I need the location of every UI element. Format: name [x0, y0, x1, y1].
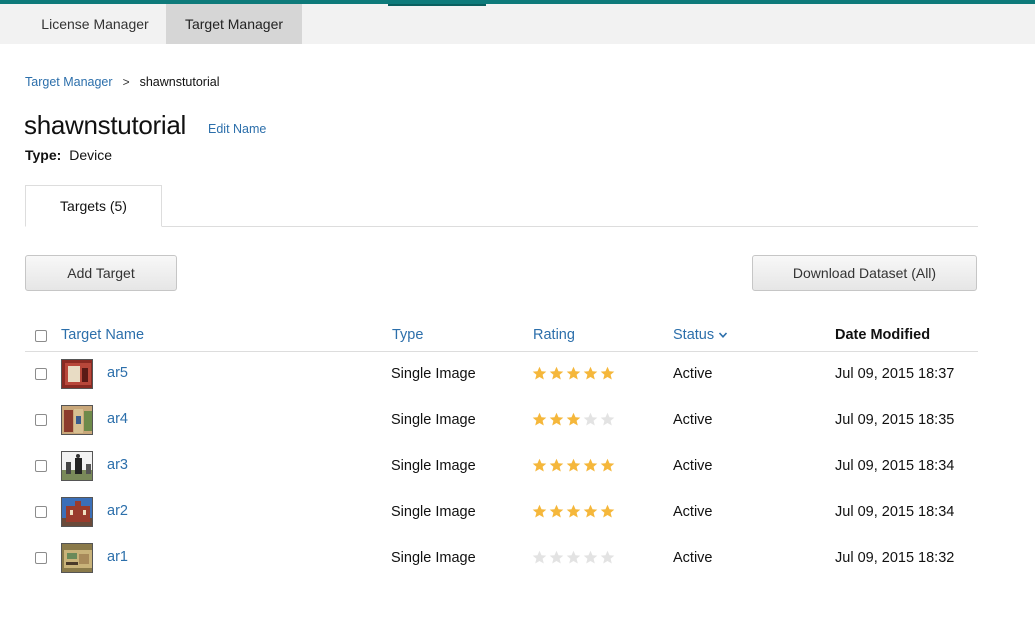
row-checkbox[interactable] [35, 368, 47, 380]
top-accent-line [388, 4, 486, 6]
thumb-4-image [62, 498, 92, 526]
breadcrumb: Target Manager > shawnstutorial [25, 75, 219, 89]
status-header-label: Status [673, 327, 715, 343]
target-thumbnail [61, 359, 93, 389]
target-status: Active [673, 366, 713, 382]
star-filled-icon [532, 366, 547, 380]
table-row: ar1 Single Image Active Jul 09, 2015 18:… [25, 536, 978, 582]
star-filled-icon [583, 458, 598, 472]
target-status: Active [673, 412, 713, 428]
rating-stars [532, 412, 615, 427]
target-type: Single Image [391, 458, 476, 474]
target-date-modified: Jul 09, 2015 18:34 [835, 458, 955, 474]
breadcrumb-separator: > [122, 75, 130, 89]
target-type: Single Image [391, 366, 476, 382]
tabs-divider [25, 226, 978, 227]
target-type: Single Image [391, 550, 476, 566]
target-thumbnail [61, 543, 93, 573]
table-row: ar3 Single Image Active Jul 09, 2015 18:… [25, 444, 978, 490]
target-date-modified: Jul 09, 2015 18:35 [835, 412, 955, 428]
star-filled-icon [566, 366, 581, 380]
thumb-3-image [62, 452, 92, 480]
tab-target-manager[interactable]: Target Manager [166, 4, 302, 44]
column-header-status[interactable]: Status [673, 327, 728, 343]
breadcrumb-link-target-manager[interactable]: Target Manager [25, 75, 113, 89]
star-filled-icon [600, 366, 615, 380]
star-empty-icon [600, 550, 615, 564]
star-filled-icon [583, 366, 598, 380]
chevron-down-icon [719, 332, 728, 338]
tab-license-manager[interactable]: License Manager [25, 4, 165, 44]
star-filled-icon [566, 458, 581, 472]
rating-stars [532, 366, 615, 381]
star-filled-icon [583, 504, 598, 518]
edit-name-link[interactable]: Edit Name [208, 122, 266, 136]
target-thumbnail [61, 497, 93, 527]
star-filled-icon [549, 412, 564, 426]
download-dataset-button[interactable]: Download Dataset (All) [752, 255, 977, 291]
target-thumbnail [61, 451, 93, 481]
row-checkbox[interactable] [35, 414, 47, 426]
target-date-modified: Jul 09, 2015 18:34 [835, 504, 955, 520]
target-date-modified: Jul 09, 2015 18:37 [835, 366, 955, 382]
database-type: Type: Device [25, 147, 112, 163]
star-filled-icon [566, 504, 581, 518]
target-name-link[interactable]: ar5 [107, 365, 128, 381]
target-name-link[interactable]: ar4 [107, 411, 128, 427]
rating-stars [532, 550, 615, 565]
row-checkbox[interactable] [35, 506, 47, 518]
star-filled-icon [549, 366, 564, 380]
table-row: ar5 Single Image Active Jul 09, 2015 18:… [25, 352, 978, 398]
table-header: Target Name Type Rating Status Date Modi… [25, 320, 978, 352]
star-empty-icon [532, 550, 547, 564]
star-empty-icon [566, 550, 581, 564]
target-type: Single Image [391, 504, 476, 520]
column-header-target-name[interactable]: Target Name [61, 327, 144, 343]
table-row: ar2 Single Image Active Jul 09, 2015 18:… [25, 490, 978, 536]
star-empty-icon [583, 550, 598, 564]
target-name-link[interactable]: ar3 [107, 457, 128, 473]
star-filled-icon [549, 504, 564, 518]
row-checkbox[interactable] [35, 552, 47, 564]
target-name-link[interactable]: ar1 [107, 549, 128, 565]
star-empty-icon [549, 550, 564, 564]
page-title: shawnstutorial [24, 110, 186, 140]
target-type: Single Image [391, 412, 476, 428]
rating-stars [532, 504, 615, 519]
star-filled-icon [600, 458, 615, 472]
table-row: ar4 Single Image Active Jul 09, 2015 18:… [25, 398, 978, 444]
target-status: Active [673, 458, 713, 474]
thumb-1-image [62, 360, 92, 388]
star-empty-icon [600, 412, 615, 426]
column-header-rating[interactable]: Rating [533, 327, 575, 343]
star-filled-icon [600, 504, 615, 518]
star-empty-icon [583, 412, 598, 426]
star-filled-icon [532, 412, 547, 426]
tab-targets[interactable]: Targets (5) [25, 185, 162, 227]
type-value: Device [69, 147, 112, 163]
add-target-button[interactable]: Add Target [25, 255, 177, 291]
target-status: Active [673, 504, 713, 520]
type-label: Type: [25, 147, 62, 163]
thumb-2-image [62, 406, 92, 434]
target-date-modified: Jul 09, 2015 18:32 [835, 550, 955, 566]
select-all-checkbox[interactable] [35, 330, 47, 342]
row-checkbox[interactable] [35, 460, 47, 472]
target-thumbnail [61, 405, 93, 435]
target-name-link[interactable]: ar2 [107, 503, 128, 519]
rating-stars [532, 458, 615, 473]
column-header-type[interactable]: Type [392, 327, 423, 343]
star-filled-icon [532, 504, 547, 518]
thumb-5-image [62, 544, 92, 572]
target-status: Active [673, 550, 713, 566]
column-header-date-modified: Date Modified [835, 327, 931, 343]
breadcrumb-current: shawnstutorial [139, 75, 220, 89]
star-filled-icon [532, 458, 547, 472]
star-filled-icon [566, 412, 581, 426]
star-filled-icon [549, 458, 564, 472]
